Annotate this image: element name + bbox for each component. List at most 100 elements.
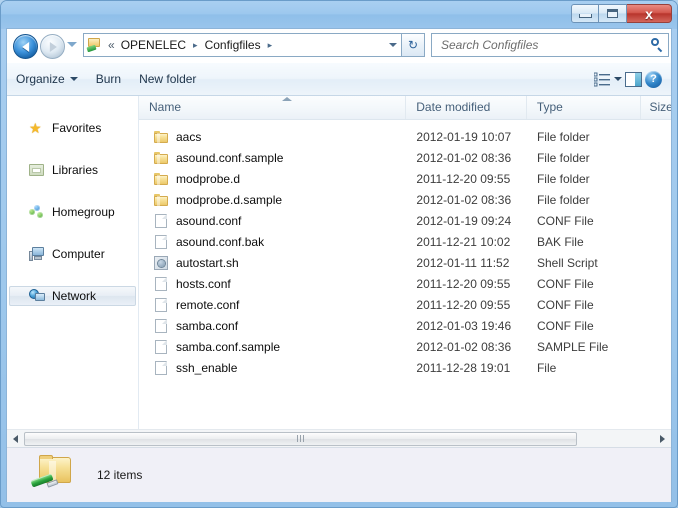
recent-pages-dropdown-icon[interactable] [67, 42, 77, 47]
new-folder-label: New folder [139, 72, 197, 86]
file-name-cell: remote.conf [139, 297, 406, 313]
view-list-glyph [593, 72, 610, 86]
preview-pane-icon[interactable] [625, 71, 642, 87]
new-folder-button[interactable]: New folder [130, 68, 205, 90]
address-dropdown-icon[interactable] [389, 43, 397, 47]
star-icon: ★ [29, 120, 42, 136]
computer-icon [29, 246, 45, 262]
type-cell: CONF File [536, 276, 594, 291]
maximize-button[interactable] [599, 4, 627, 23]
folder-icon [153, 129, 169, 145]
minimize-icon [578, 14, 592, 18]
search-input[interactable] [439, 37, 650, 53]
folder-icon [153, 192, 169, 208]
table-row[interactable]: asound.conf 2012-01-19 09:24 CONF File [139, 210, 671, 231]
file-name-cell: samba.conf [139, 318, 406, 334]
view-dropdown-icon[interactable] [614, 77, 622, 81]
table-row[interactable]: samba.conf 2012-01-03 19:46 CONF File [139, 315, 671, 336]
file-name-label: samba.conf.sample [176, 339, 281, 354]
scrollbar-track[interactable] [24, 431, 654, 447]
file-icon [153, 318, 169, 334]
window-controls: x [571, 4, 672, 23]
file-icon [153, 297, 169, 313]
title-bar: x [1, 1, 677, 29]
sidebar-item-label: Network [52, 289, 97, 303]
table-row[interactable]: autostart.sh 2012-01-11 11:52 Shell Script [139, 252, 671, 273]
table-row[interactable]: modprobe.d.sample 2012-01-02 08:36 File fo… [139, 189, 671, 210]
scrollbar-thumb[interactable] [24, 431, 577, 446]
explorer-window: x « OPENELEC ▸ Configfiles ▸ ↻ Search Co… [0, 0, 678, 508]
folder-icon [153, 171, 169, 187]
table-row[interactable]: ssh_enable 2011-12-28 19:01 File [139, 357, 671, 378]
file-name-cell: autostart.sh [139, 255, 406, 271]
minimize-button[interactable] [571, 4, 599, 23]
table-row[interactable]: remote.conf 2011-12-20 09:55 CONF File [139, 294, 671, 315]
type-cell: File folder [536, 129, 590, 144]
change-view-icon[interactable] [593, 72, 611, 87]
back-button[interactable] [13, 34, 38, 59]
address-bar[interactable]: « OPENELEC ▸ Configfiles ▸ [83, 33, 401, 57]
sidebar-item-network[interactable]: Network [9, 286, 136, 306]
sidebar-item-libraries[interactable]: Libraries [9, 160, 136, 180]
sidebar-item-favorites[interactable]: ★ Favorites [9, 118, 136, 138]
refresh-icon: ↻ [407, 38, 419, 52]
sidebar-item-label: Libraries [52, 163, 99, 177]
file-name-label: autostart.sh [176, 255, 239, 270]
column-header-name[interactable]: Name [139, 96, 407, 119]
file-name-label: asound.conf.bak [176, 234, 265, 249]
column-header-type[interactable]: Type [527, 96, 642, 119]
network-icon [29, 288, 45, 304]
breadcrumb-separator-icon[interactable]: ▸ [268, 40, 273, 51]
address-bar-row: « OPENELEC ▸ Configfiles ▸ ↻ [7, 31, 671, 61]
breadcrumb-separator-icon[interactable]: ▸ [193, 40, 198, 51]
horizontal-scrollbar[interactable] [7, 429, 671, 447]
toolbar-right-group: ? [593, 70, 671, 88]
file-name-cell: asound.conf.sample [139, 150, 406, 166]
breadcrumb-item-openelec[interactable]: OPENELEC [119, 37, 188, 53]
close-button[interactable]: x [627, 4, 672, 23]
search-icon[interactable] [650, 38, 664, 52]
search-box[interactable] [431, 33, 669, 57]
file-icon [153, 213, 169, 229]
file-name-label: samba.conf [176, 318, 239, 333]
sidebar-item-homegroup[interactable]: Homegroup [9, 202, 136, 222]
close-icon: x [645, 5, 653, 22]
file-name-cell: samba.conf.sample [139, 339, 406, 355]
table-row[interactable]: samba.conf.sample 2012-01-02 08:36 SAMPLE … [139, 336, 671, 357]
shared-folder-icon [30, 455, 77, 495]
refresh-button[interactable]: ↻ [401, 33, 425, 57]
scroll-left-button[interactable] [7, 431, 24, 447]
breadcrumb-overflow-icon[interactable]: « [108, 38, 115, 52]
type-cell: File folder [536, 171, 590, 186]
file-name-cell: hosts.conf [139, 276, 406, 292]
table-row[interactable]: aacs 2012-01-19 10:07 File folder [139, 126, 671, 147]
table-row[interactable]: modprobe.d 2011-12-20 09:55 File folder [139, 168, 671, 189]
sidebar-item-label: Homegroup [52, 205, 115, 219]
date-modified-cell: 2011-12-20 09:55 [416, 276, 511, 291]
help-icon[interactable]: ? [645, 70, 662, 88]
column-header-date-modified[interactable]: Date modified [406, 96, 527, 119]
file-name-cell: asound.conf.bak [139, 234, 406, 250]
file-name-label: remote.conf [176, 297, 240, 312]
file-name-label: hosts.conf [176, 276, 231, 291]
scroll-right-button[interactable] [654, 431, 671, 447]
forward-button[interactable] [40, 34, 65, 59]
date-modified-cell: 2011-12-28 19:01 [416, 360, 511, 375]
table-row[interactable]: asound.conf.sample 2012-01-02 08:36 File f… [139, 147, 671, 168]
sidebar-item-computer[interactable]: Computer [9, 244, 136, 264]
forward-arrow-icon [49, 41, 57, 52]
burn-button[interactable]: Burn [87, 68, 130, 90]
organize-button[interactable]: Organize [7, 68, 87, 90]
library-folder-icon [29, 162, 45, 178]
column-header-size[interactable]: Size [641, 96, 671, 119]
table-row[interactable]: asound.conf.bak 2011-12-21 10:02 BAK File [139, 231, 671, 252]
status-bar: 12 items [7, 447, 671, 502]
item-count-label: 12 items [97, 468, 143, 482]
sort-ascending-icon [282, 97, 292, 101]
type-cell: BAK File [536, 234, 584, 249]
breadcrumb-item-configfiles[interactable]: Configfiles [203, 37, 263, 53]
file-icon [153, 276, 169, 292]
table-row[interactable]: hosts.conf 2011-12-20 09:55 CONF File [139, 273, 671, 294]
type-cell: CONF File [536, 318, 594, 333]
file-name-label: modprobe.d.sample [176, 192, 283, 207]
